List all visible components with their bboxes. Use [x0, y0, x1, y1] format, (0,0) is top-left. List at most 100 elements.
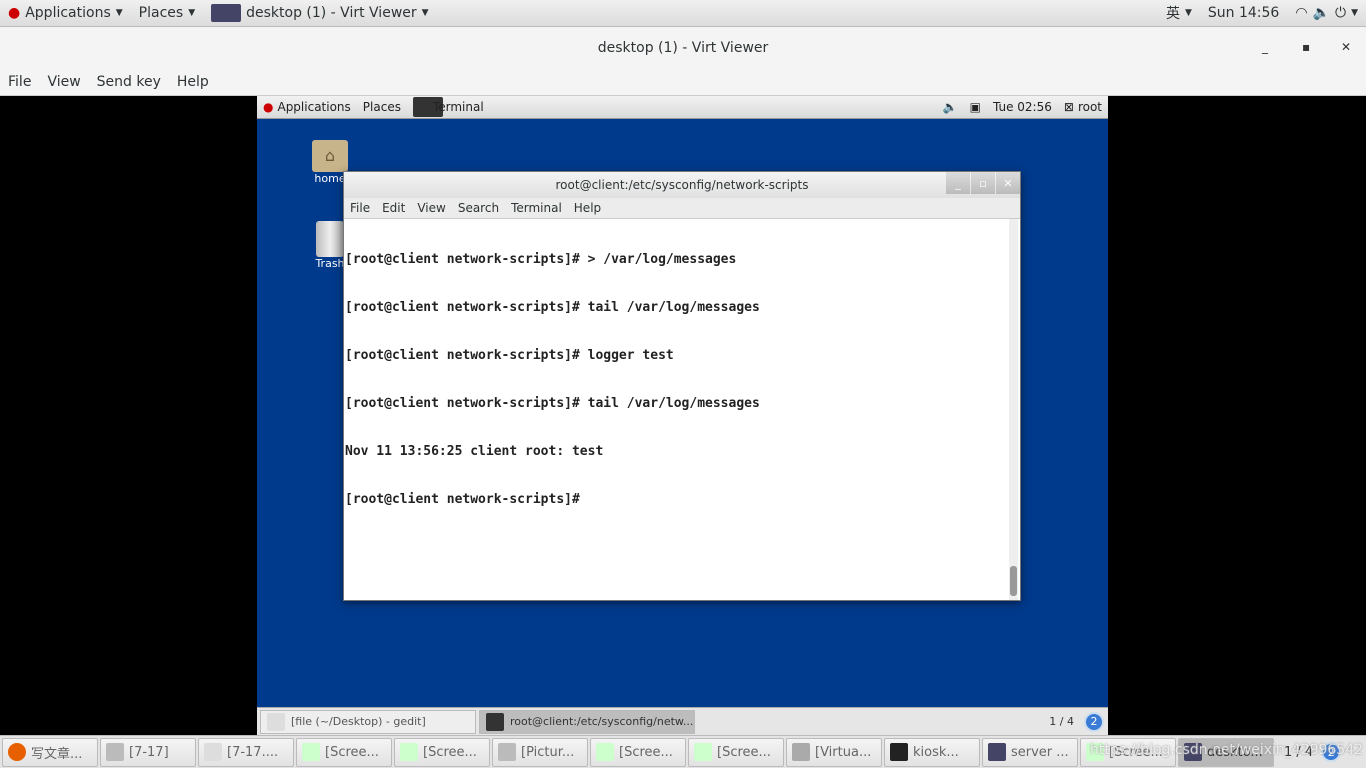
notification-badge[interactable]: 2 — [1084, 711, 1104, 732]
image-viewer-icon — [694, 743, 712, 761]
taskbar-item[interactable]: [7-17] — [100, 737, 196, 767]
maximize-button[interactable]: ▫ — [971, 172, 995, 194]
terminal-icon — [486, 712, 504, 731]
terminal-line: [root@client network-scripts]# — [345, 492, 588, 507]
redhat-icon: ● — [8, 5, 21, 21]
minimize-button[interactable]: _ — [1262, 40, 1268, 54]
guest-top-panel: ● Applications Places Terminal 🔈 ▣ Tue 02… — [257, 96, 1108, 119]
taskbar-item-label: [Virtua... — [815, 744, 872, 760]
workspace-switcher[interactable]: 1 / 4 — [1049, 715, 1074, 728]
taskbar-item[interactable]: kiosk... — [884, 737, 980, 767]
terminal-menubar: File Edit View Search Terminal Help — [344, 198, 1020, 219]
terminal-line: [root@client network-scripts]# > /var/lo… — [345, 252, 737, 267]
redhat-icon: ● — [263, 100, 274, 114]
system-status-menu[interactable]: ◠ 🔈 ⏻ ▼ — [1287, 0, 1366, 27]
guest-applications-menu[interactable]: ● Applications — [257, 100, 357, 114]
close-button[interactable]: ✕ — [996, 172, 1020, 194]
taskbar-item[interactable]: [Scree... — [590, 737, 686, 767]
scrollbar[interactable] — [1009, 219, 1018, 600]
file-cabinet-icon — [498, 743, 516, 761]
host-places-menu[interactable]: Places ▼ — [131, 0, 203, 27]
firefox-icon — [8, 743, 26, 761]
menu-help[interactable]: Help — [169, 74, 217, 90]
host-window-menu[interactable]: desktop (1) - Virt Viewer ▼ — [203, 0, 436, 27]
minimize-button[interactable]: _ — [946, 172, 970, 194]
taskbar-item[interactable]: [Scree... — [296, 737, 392, 767]
terminal-icon — [890, 743, 908, 761]
terminal-output[interactable]: [root@client network-scripts]# > /var/lo… — [344, 219, 1020, 600]
input-method-menu[interactable]: 英 ▼ — [1158, 0, 1200, 27]
guest-terminal-launcher[interactable]: Terminal — [407, 97, 490, 117]
guest-clock[interactable]: Tue 02:56 — [987, 100, 1058, 114]
menu-file[interactable]: File — [344, 201, 376, 215]
image-viewer-icon — [400, 743, 418, 761]
network-icon[interactable]: ▣ — [964, 100, 987, 114]
taskbar-item-label: [7-17.... — [227, 744, 279, 760]
viewer-menubar: File View Send key Help — [0, 68, 1366, 96]
taskbar-item-label: [7-17] — [129, 744, 169, 760]
taskbar-item-label: [Scree... — [423, 744, 477, 760]
terminal-line: [root@client network-scripts]# tail /var… — [345, 300, 760, 315]
trash-icon — [316, 221, 344, 257]
taskbar-item[interactable]: [Pictur... — [492, 737, 588, 767]
window-title: desktop (1) - Virt Viewer — [597, 39, 769, 56]
taskbar-item-label: [Scree... — [325, 744, 379, 760]
terminal-line: Nov 11 13:56:25 client root: test — [345, 444, 604, 459]
menu-view[interactable]: View — [39, 74, 88, 90]
chevron-down-icon: ▼ — [1184, 8, 1192, 18]
guest-task-terminal[interactable]: root@client:/etc/sysconfig/netw... — [479, 709, 695, 734]
image-viewer-icon — [302, 743, 320, 761]
user-icon: ⊠ — [1063, 100, 1074, 114]
taskbar-item[interactable]: [7-17.... — [198, 737, 294, 767]
monitor-icon — [988, 743, 1006, 761]
terminal-window: root@client:/etc/sysconfig/network-scrip… — [343, 171, 1021, 601]
guest-task-gedit[interactable]: [file (~/Desktop) - gedit] — [260, 709, 476, 734]
file-cabinet-icon — [106, 743, 124, 761]
maximize-button[interactable]: ▪ — [1302, 40, 1310, 54]
chevron-down-icon: ▼ — [188, 8, 196, 18]
monitor-icon — [211, 4, 242, 22]
chevron-down-icon: ▼ — [421, 8, 429, 18]
host-clock[interactable]: Sun 14:56 — [1200, 0, 1287, 27]
taskbar-item-label: [Scree... — [619, 744, 673, 760]
volume-icon[interactable]: 🔈 — [937, 100, 964, 114]
guest-places-menu[interactable]: Places — [357, 100, 407, 114]
text-editor-icon — [267, 712, 285, 731]
menu-edit[interactable]: Edit — [376, 201, 411, 215]
viewer-titlebar: desktop (1) - Virt Viewer _ ▪ ✕ — [0, 27, 1366, 68]
home-folder-icon: ⌂ — [312, 140, 348, 172]
taskbar-item[interactable]: [Virtua... — [786, 737, 882, 767]
taskbar-item-label: server ... — [1011, 744, 1069, 760]
chevron-down-icon: ▼ — [1351, 8, 1358, 18]
text-editor-icon — [204, 743, 222, 761]
guest-display[interactable]: ● Applications Places Terminal 🔈 ▣ Tue 02… — [257, 96, 1108, 735]
watermark: https://blog.csdn.net/weixin_42996542 — [1090, 742, 1364, 758]
menu-send-key[interactable]: Send key — [89, 74, 169, 90]
taskbar-item-label: [Pictur... — [521, 744, 575, 760]
wifi-icon: ◠ — [1295, 5, 1308, 21]
taskbar-item[interactable]: [Scree... — [394, 737, 490, 767]
host-applications-menu[interactable]: ● Applications ▼ — [0, 0, 131, 27]
menu-view[interactable]: View — [411, 201, 451, 215]
terminal-line: [root@client network-scripts]# tail /var… — [345, 396, 760, 411]
taskbar-item-label: kiosk... — [913, 744, 959, 760]
image-viewer-icon — [596, 743, 614, 761]
taskbar-item[interactable]: server ... — [982, 737, 1078, 767]
menu-terminal[interactable]: Terminal — [505, 201, 568, 215]
host-top-panel: ● Applications ▼ Places ▼ desktop (1) - Vir… — [0, 0, 1366, 27]
volume-icon: 🔈 — [1312, 5, 1330, 21]
taskbar-item-label: 写文章... — [31, 746, 83, 762]
guest-bottom-panel: [file (~/Desktop) - gedit] root@client:/… — [257, 707, 1108, 735]
power-icon: ⏻ — [1335, 5, 1347, 21]
taskbar-item[interactable]: 写文章... — [2, 737, 98, 767]
terminal-titlebar[interactable]: root@client:/etc/sysconfig/network-scrip… — [344, 172, 1020, 198]
terminal-line: [root@client network-scripts]# logger te… — [345, 348, 674, 363]
close-button[interactable]: ✕ — [1341, 40, 1351, 54]
guest-user-menu[interactable]: ⊠ root — [1058, 100, 1108, 114]
taskbar-item-label: [Scree... — [717, 744, 771, 760]
menu-file[interactable]: File — [0, 74, 39, 90]
taskbar-item[interactable]: [Scree... — [688, 737, 784, 767]
menu-help[interactable]: Help — [568, 201, 607, 215]
menu-search[interactable]: Search — [452, 201, 505, 215]
scrollbar-thumb[interactable] — [1010, 566, 1017, 596]
